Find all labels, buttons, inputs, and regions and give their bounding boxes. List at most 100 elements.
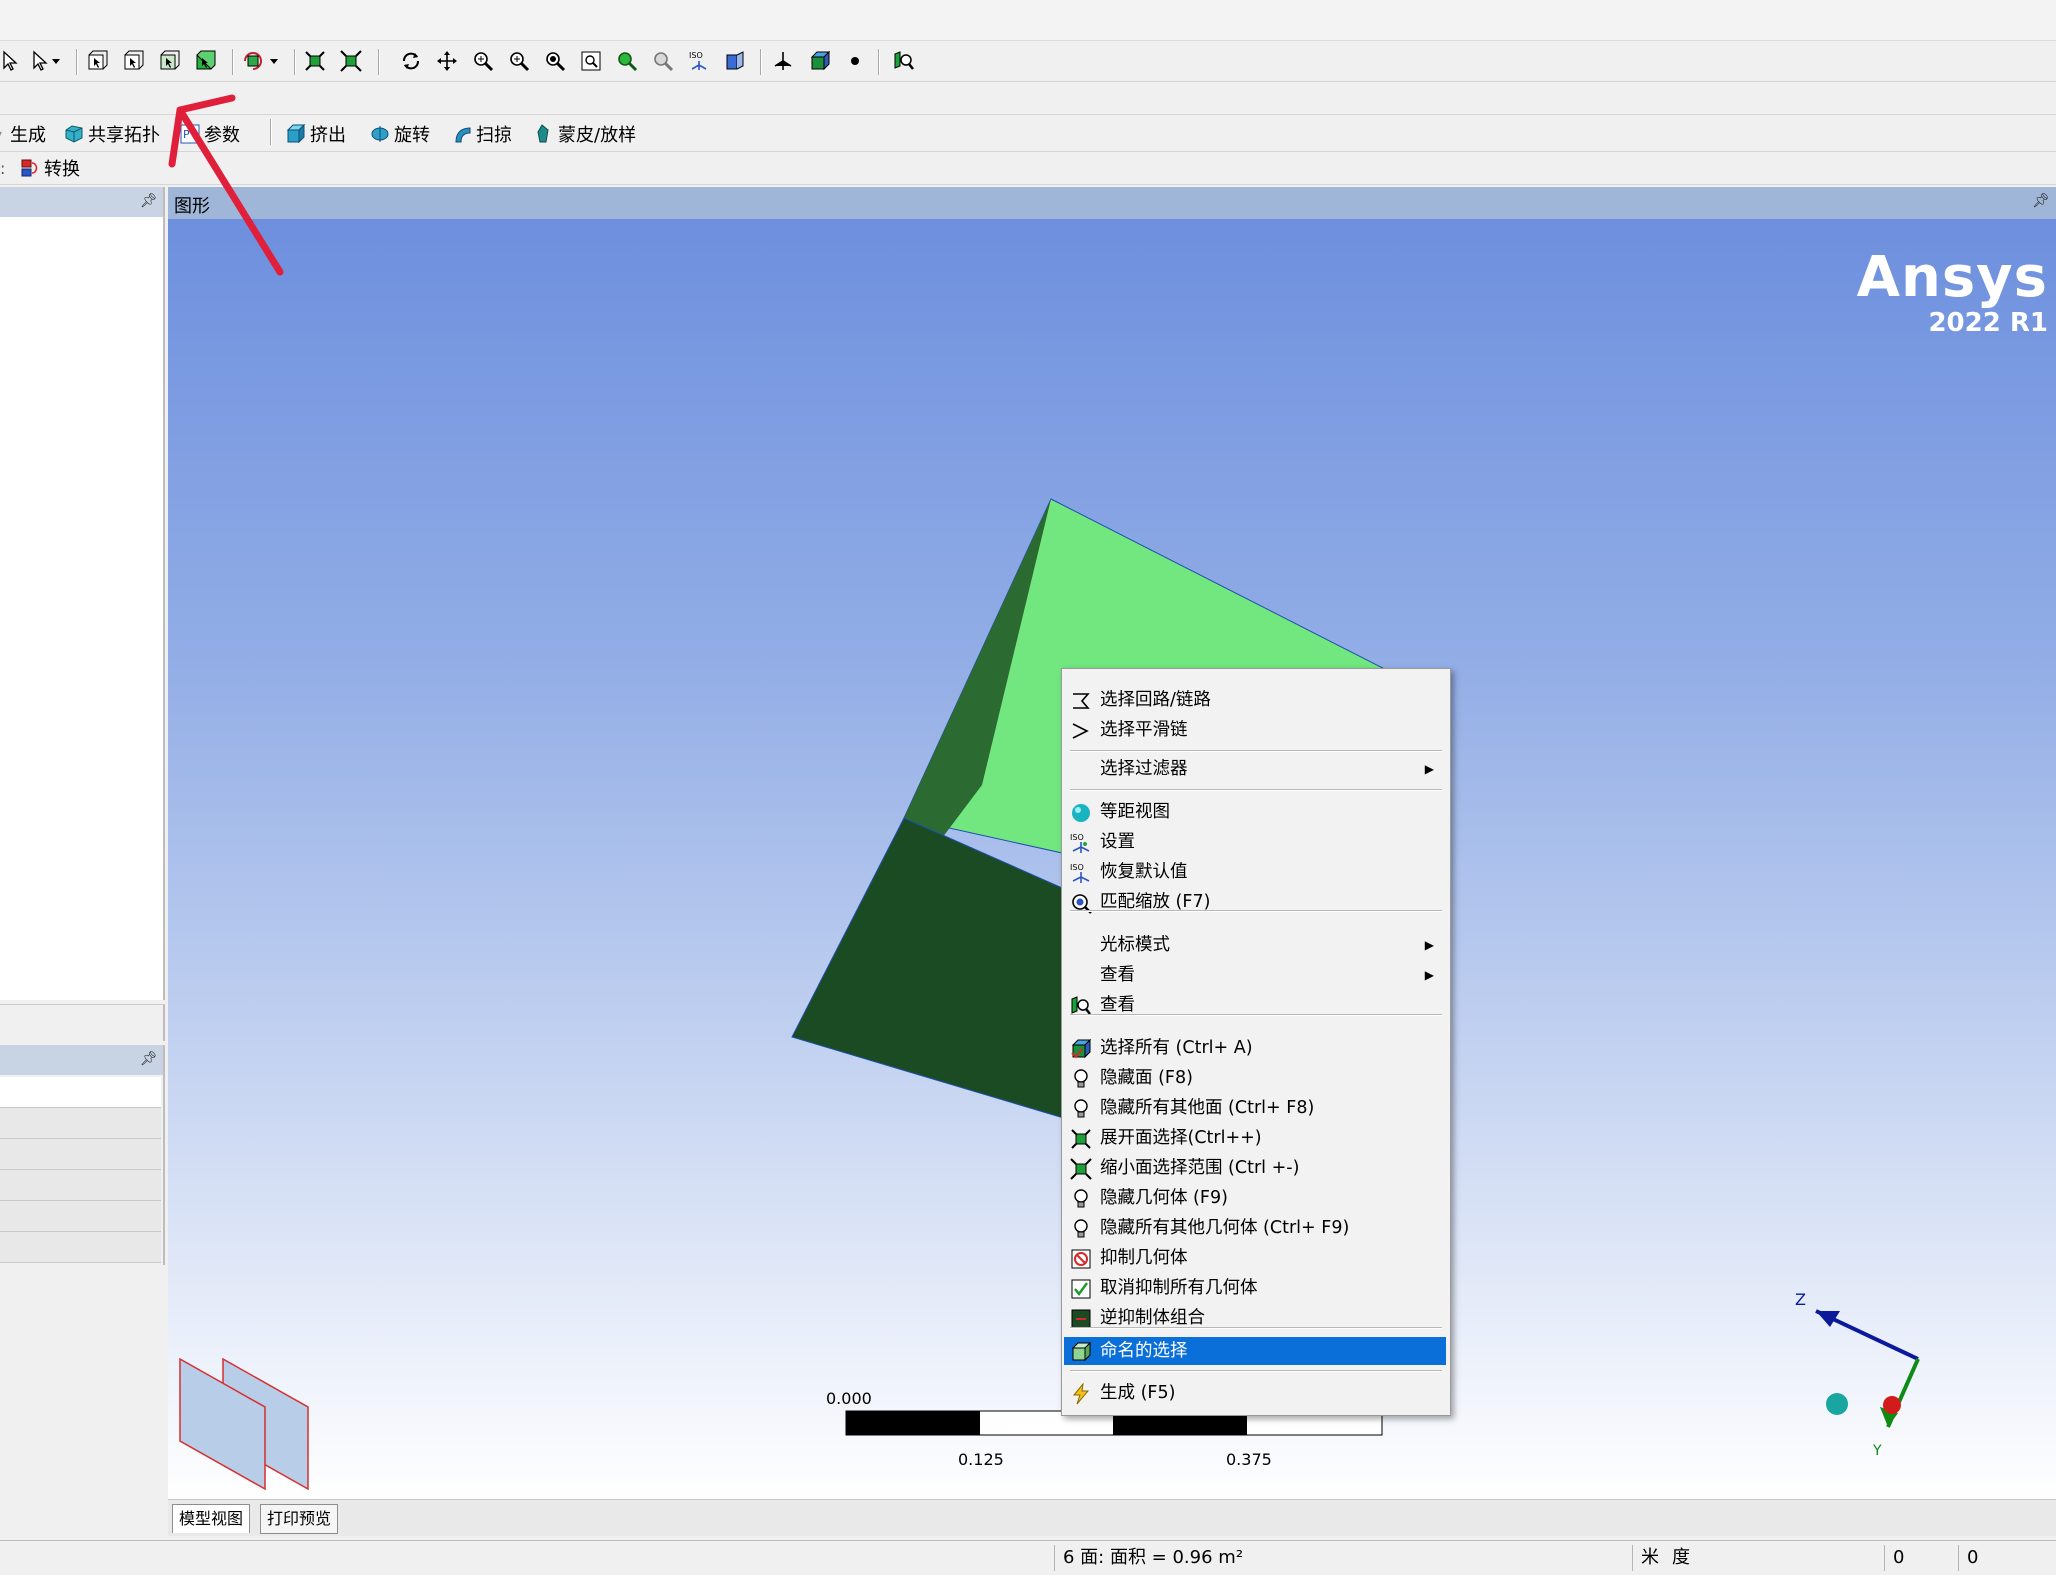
scale-label-mid: 0.125 — [958, 1450, 1004, 1469]
menu-item-cursor-mode[interactable]: 光标模式 ▶ — [1064, 931, 1446, 959]
triad-y-label: Y — [1872, 1443, 1882, 1459]
brand-name: Ansys — [1856, 245, 2048, 310]
skin-loft-button[interactable]: 蒙皮/放样 — [534, 122, 636, 146]
suppress-body-icon — [1070, 1248, 1092, 1270]
submenu-arrow-icon: ▶ — [1424, 968, 1434, 982]
share-topology-button[interactable]: 共享拓扑 — [64, 122, 160, 146]
share-topology-icon — [65, 125, 83, 143]
revolve-label: 旋转 — [394, 125, 430, 146]
pan-icon[interactable] — [436, 50, 458, 72]
tree-outline-panel — [0, 187, 165, 1000]
graphics-options-icon[interactable] — [892, 50, 914, 72]
details-row[interactable] — [0, 1232, 161, 1263]
menu-item-expand-face-selection[interactable]: 展开面选择(Ctrl++) — [1064, 1124, 1446, 1152]
select-edge-icon[interactable] — [122, 50, 144, 72]
named-selection-icon — [1070, 1341, 1092, 1363]
details-row[interactable] — [0, 1108, 161, 1139]
menu-item-suppress-body[interactable]: 抑制几何体 — [1064, 1244, 1446, 1272]
details-row[interactable] — [0, 1077, 161, 1108]
generate-icon — [0, 131, 2, 137]
revolve-button[interactable]: 旋转 — [370, 122, 430, 146]
status-bar: 6 面: 面积 = 0.96 m² 米 度 0 0 — [0, 1540, 2056, 1575]
pin-icon[interactable]: 📌︎ — [2032, 193, 2050, 209]
expand-selection-icon[interactable] — [304, 50, 326, 72]
lightbulb-icon — [1070, 1218, 1092, 1240]
generate-bolt-icon — [1070, 1383, 1092, 1405]
coordinate-triad: Z Y — [1795, 1290, 1920, 1459]
menu-item-select-all[interactable]: 选择所有 (Ctrl+ A) — [1064, 1034, 1446, 1062]
menu-separator — [1070, 1327, 1442, 1329]
pin-icon[interactable]: 📌︎ — [140, 1051, 158, 1067]
menu-item-restore-defaults[interactable]: ISO 恢复默认值 — [1064, 858, 1446, 886]
triad-z-label: Z — [1795, 1290, 1806, 1309]
extend-selection-dropdown[interactable] — [242, 50, 284, 72]
zoom-icon[interactable] — [472, 50, 494, 72]
select-face-icon[interactable] — [158, 50, 180, 72]
select-vertex-icon[interactable] — [86, 50, 108, 72]
select-cursor-icon[interactable] — [0, 50, 22, 72]
separator — [760, 49, 761, 75]
menu-separator — [1070, 1370, 1442, 1372]
rotate-icon[interactable] — [400, 50, 422, 72]
iso-view-icon[interactable]: ISO — [688, 50, 710, 72]
menu-item-hide-face[interactable]: 隐藏面 (F8) — [1064, 1064, 1446, 1092]
unsuppress-all-icon — [1070, 1278, 1092, 1300]
tab-print-preview[interactable]: 打印预览 — [260, 1504, 339, 1534]
shrink-selection-icon[interactable] — [340, 50, 362, 72]
display-point-icon[interactable] — [844, 50, 866, 72]
iso-restore-icon: ISO — [1070, 862, 1092, 884]
sweep-button[interactable]: 扫掠 — [452, 122, 512, 146]
convert-button[interactable]: 转换 — [20, 156, 80, 180]
details-row[interactable] — [0, 1201, 161, 1232]
menu-item-generate[interactable]: 生成 (F5) — [1064, 1379, 1446, 1407]
graphics-panel-header: 📌︎ — [168, 187, 2056, 219]
select-body-icon[interactable] — [194, 50, 216, 72]
graphics-toolbar: ISO — [0, 41, 2056, 82]
look-at-icon[interactable] — [724, 50, 746, 72]
selection-info: 6 面: 面积 = 0.96 m² — [1054, 1545, 1633, 1571]
svg-text:ISO: ISO — [1070, 863, 1084, 872]
skin-loft-label: 蒙皮/放样 — [558, 125, 637, 146]
details-row[interactable] — [0, 1139, 161, 1170]
menu-item-select-smooth-chain[interactable]: 选择平滑链 — [1064, 716, 1446, 744]
tab-model-view[interactable]: 模型视图 — [172, 1504, 251, 1533]
select-all-icon — [1070, 1038, 1092, 1060]
title-strip — [0, 0, 2056, 41]
menu-item-select-loop[interactable]: 选择回路/链路 — [1064, 686, 1446, 714]
menu-separator — [1070, 1014, 1442, 1016]
box-zoom-icon[interactable] — [508, 50, 530, 72]
details-view-header: 📌︎ — [0, 1045, 163, 1075]
menu-item-isometric-view[interactable]: 等距视图 — [1064, 798, 1446, 826]
zoom-to-fit-icon[interactable] — [544, 50, 566, 72]
menu-item-selection-filter[interactable]: 选择过滤器 ▶ — [1064, 755, 1446, 783]
blank-toolbar-row — [0, 82, 2056, 115]
display-model-icon[interactable] — [808, 50, 830, 72]
separator — [378, 49, 379, 75]
extrude-button[interactable]: 挤出 — [286, 122, 346, 146]
menu-separator — [1070, 910, 1442, 912]
submenu-arrow-icon: ▶ — [1424, 762, 1434, 776]
angle-unit[interactable]: 度 — [1664, 1545, 1852, 1571]
extrude-label: 挤出 — [310, 125, 346, 146]
menu-item-view-submenu[interactable]: 查看 ▶ — [1064, 961, 1446, 989]
menu-item-unsuppress-all-bodies[interactable]: 取消抑制所有几何体 — [1064, 1274, 1446, 1302]
menu-item-hide-all-other-faces[interactable]: 隐藏所有其他面 (Ctrl+ F8) — [1064, 1094, 1446, 1122]
previous-view-icon[interactable] — [652, 50, 674, 72]
menu-item-settings[interactable]: ISO 设置 — [1064, 828, 1446, 856]
tree-tabs-strip — [0, 1004, 165, 1041]
magnifier-icon[interactable] — [616, 50, 638, 72]
menu-item-shrink-face-selection[interactable]: 缩小面选择范围 (Ctrl +-) — [1064, 1154, 1446, 1182]
triad-icon[interactable] — [772, 50, 794, 72]
zoom-box-icon[interactable] — [580, 50, 602, 72]
menu-separator — [1070, 789, 1442, 791]
menu-item-hide-all-other-bodies[interactable]: 隐藏所有其他几何体 (Ctrl+ F9) — [1064, 1214, 1446, 1242]
separator — [878, 49, 879, 75]
lightbulb-icon — [1070, 1068, 1092, 1090]
menu-item-hide-body[interactable]: 隐藏几何体 (F9) — [1064, 1184, 1446, 1212]
features-toolbar: 生成 共享拓扑 P 参数 挤出 旋转 扫掠 蒙皮/放样 — [0, 115, 2056, 152]
select-mode-dropdown[interactable] — [30, 50, 64, 72]
generate-button[interactable]: 生成 — [0, 122, 46, 146]
view-planes-indicator — [179, 1357, 309, 1491]
menu-item-named-selection[interactable]: 命名的选择 — [1064, 1337, 1446, 1365]
details-row[interactable] — [0, 1170, 161, 1201]
